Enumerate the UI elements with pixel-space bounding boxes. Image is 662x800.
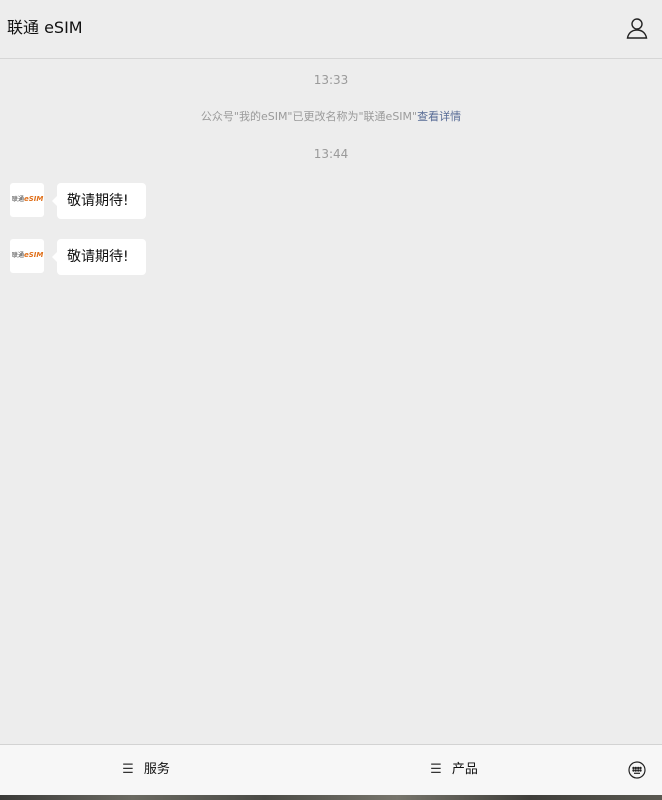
background-strip [0, 795, 662, 800]
system-notice: 公众号"我的eSIM"已更改名称为"联通eSIM"查看详情 [0, 109, 662, 125]
message-bubble[interactable]: 敬请期待! [52, 239, 146, 275]
message-bubble[interactable]: 敬请期待! [52, 183, 146, 219]
menu-list-icon: ☰ [122, 762, 134, 777]
avatar-logo-prefix: 联通 [12, 196, 25, 203]
avatar-logo-prefix: 联通 [12, 252, 25, 259]
unicom-esim-logo: 联通eSIM [12, 251, 43, 260]
menu-label: 产品 [451, 762, 478, 777]
avatar[interactable]: 联通eSIM [10, 183, 44, 217]
menu-list-icon: ☰ [430, 762, 442, 777]
person-outline-icon[interactable] [624, 15, 650, 41]
avatar-logo-brand: eSIM [24, 251, 44, 259]
keyboard-toggle-icon[interactable] [628, 761, 646, 779]
chat-title: 联通 eSIM [7, 18, 83, 37]
timestamp: 13:33 [313, 73, 349, 87]
menu-button-products[interactable]: ☰ 产品 [346, 745, 562, 795]
chat-window: 联通 eSIM 13:33 公众号"我的eSIM"已更改名称为"联通eSIM"查… [0, 0, 662, 800]
menu-label: 服务 [143, 762, 170, 777]
message-list[interactable]: 13:33 公众号"我的eSIM"已更改名称为"联通eSIM"查看详情 13:4… [0, 59, 662, 744]
unicom-esim-logo: 联通eSIM [12, 195, 43, 204]
menu-button-services[interactable]: ☰ 服务 [38, 745, 254, 795]
timestamp: 13:44 [313, 147, 349, 161]
avatar[interactable]: 联通eSIM [10, 239, 44, 273]
avatar-logo-brand: eSIM [24, 195, 44, 203]
system-notice-text: 公众号"我的eSIM"已更改名称为"联通eSIM" [200, 110, 418, 123]
view-details-link[interactable]: 查看详情 [417, 110, 461, 123]
chat-header: 联通 eSIM [0, 0, 662, 59]
bottom-menu: ☰ 服务 ☰ 产品 [0, 744, 662, 795]
